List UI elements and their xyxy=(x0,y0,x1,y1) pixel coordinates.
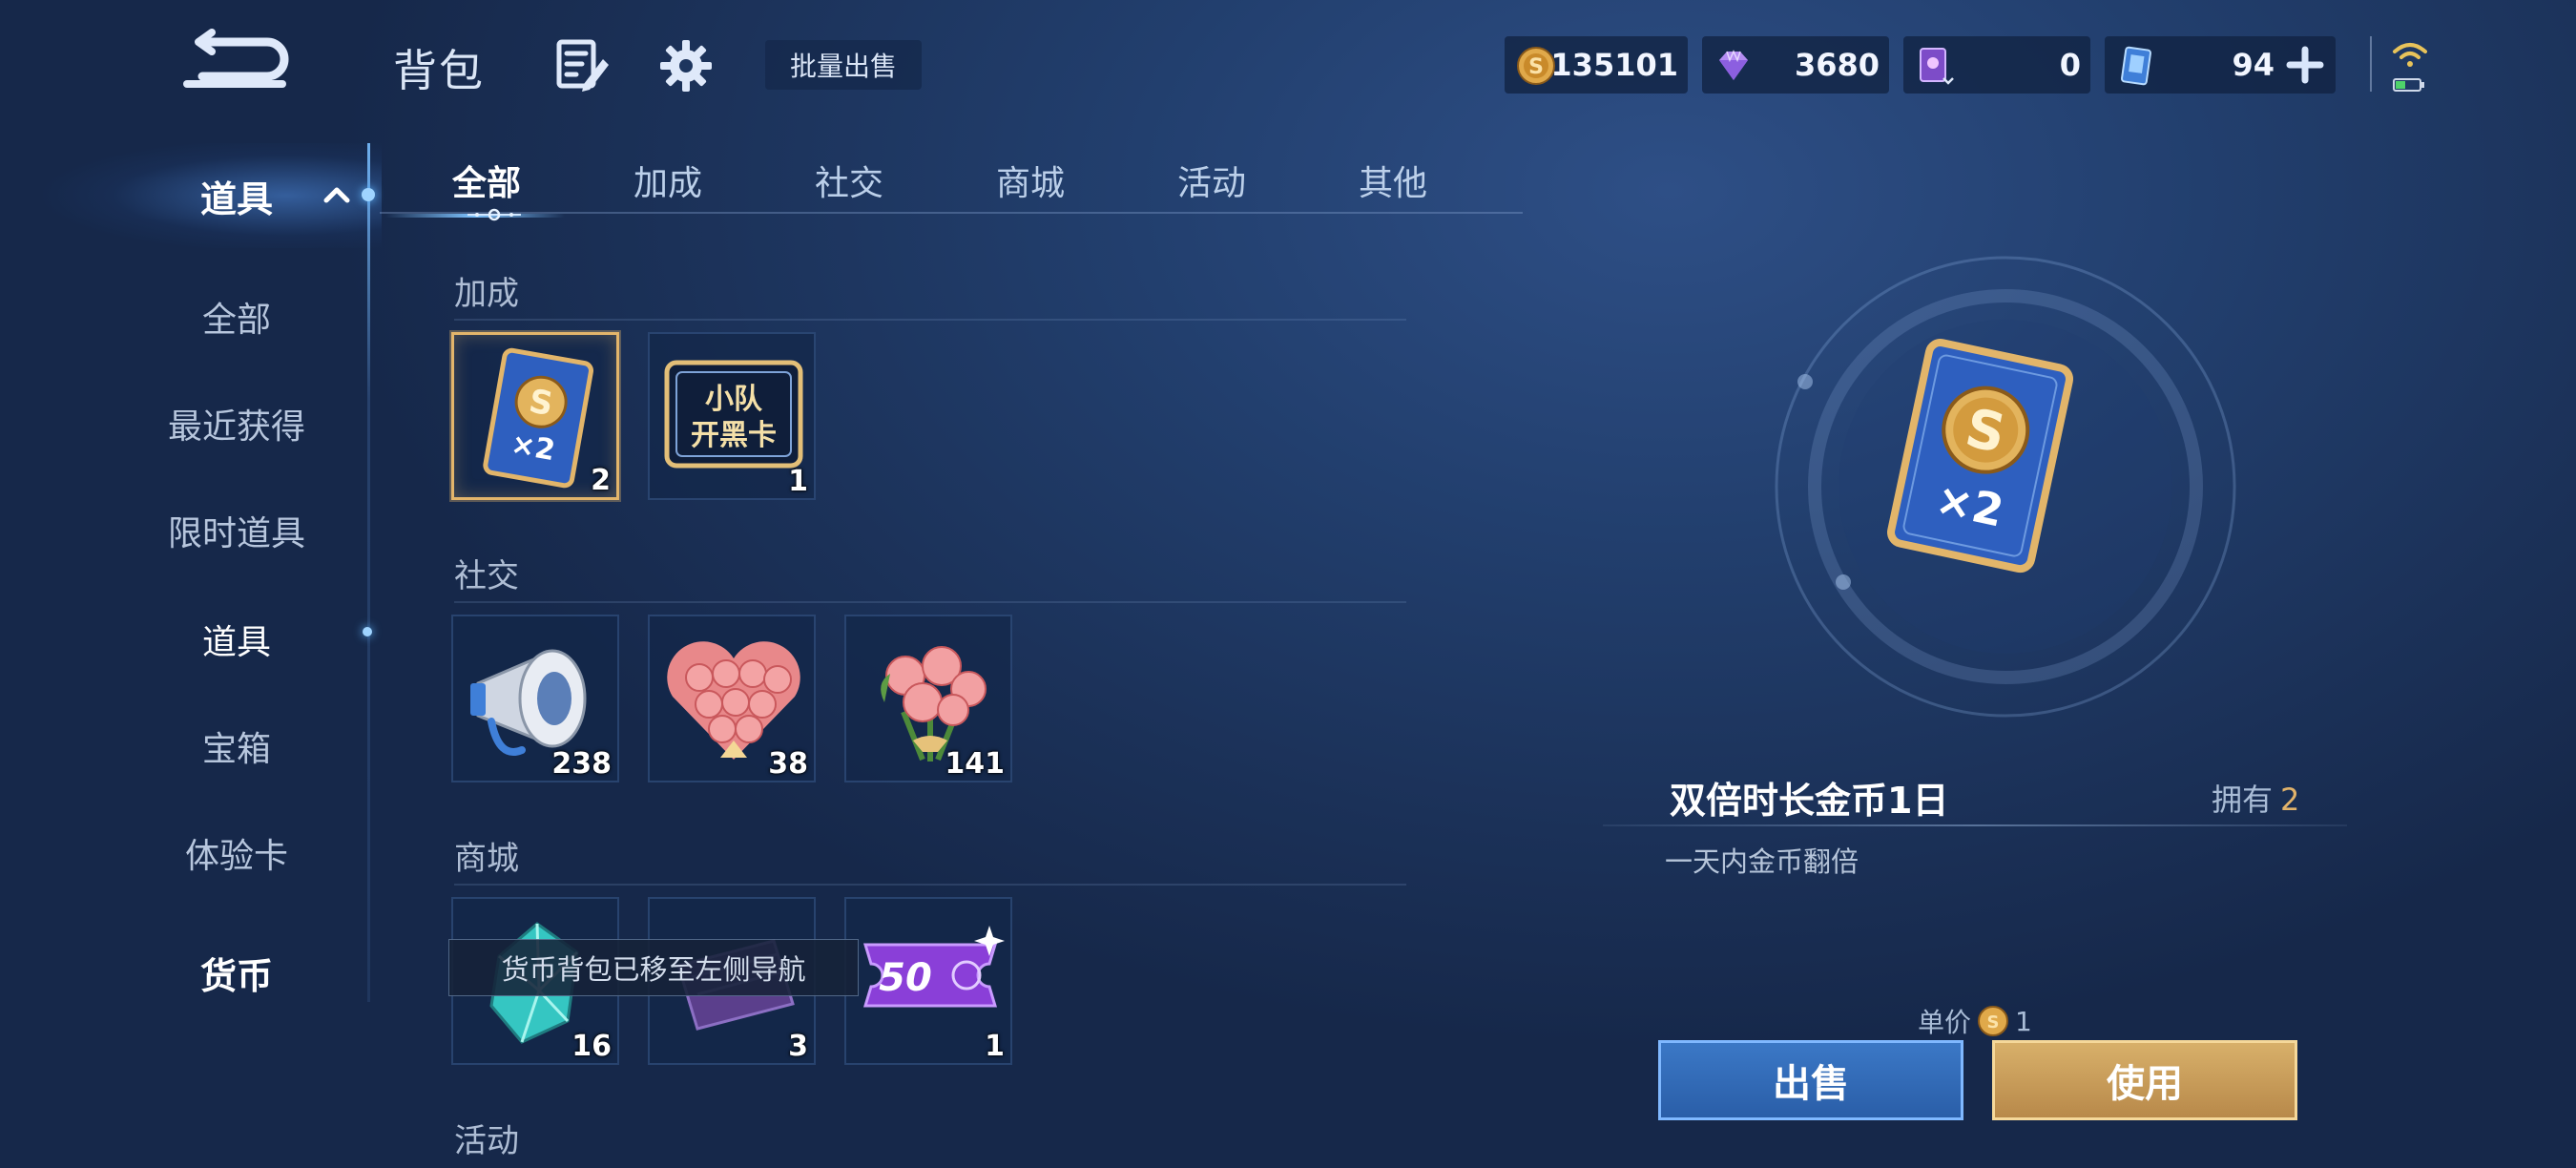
tab-all[interactable]: 全部 xyxy=(420,156,553,205)
owned-label: 拥有 xyxy=(2212,782,2274,818)
item-double-gold-card[interactable]: S ×2 2 xyxy=(451,332,619,500)
section-label-bonus: 加成 xyxy=(454,275,519,313)
section-label-shop: 商城 xyxy=(454,840,519,878)
nav-selected-dot xyxy=(363,627,372,636)
notes-edit-icon[interactable] xyxy=(555,38,611,94)
detail-description: 一天内金币翻倍 xyxy=(1665,845,1859,878)
page-title: 背包 xyxy=(393,45,485,96)
section-rule xyxy=(454,601,1406,603)
status-divider xyxy=(2370,36,2372,92)
gear-icon[interactable] xyxy=(658,38,714,94)
tab-bonus[interactable]: 加成 xyxy=(601,156,735,205)
nav-item-recent[interactable]: 最近获得 xyxy=(93,399,380,448)
nav-item-trial-card[interactable]: 体验卡 xyxy=(93,828,380,878)
card-currency: 0 xyxy=(1903,36,2090,94)
gem-currency: 3680 xyxy=(1702,36,1889,94)
bulk-sell-button[interactable]: 批量出售 xyxy=(765,40,922,90)
item-count: 2 xyxy=(591,464,611,497)
section-label-activity: 活动 xyxy=(454,1122,519,1160)
blue-ticket-icon xyxy=(2121,46,2151,86)
item-count: 16 xyxy=(571,1030,612,1063)
unit-price-label: 单价 xyxy=(1918,1007,1972,1038)
detail-item-card-icon: S ×2 xyxy=(1887,339,2073,574)
ticket-currency: 94 xyxy=(2105,36,2336,94)
unit-price: 单价 S 1 xyxy=(1918,1002,2032,1040)
unit-price-value: 1 xyxy=(2015,1005,2032,1037)
svg-text:小队: 小队 xyxy=(705,383,763,416)
gold-currency: S 135101 xyxy=(1505,36,1688,94)
use-button[interactable]: 使用 xyxy=(1992,1040,2297,1120)
sell-button[interactable]: 出售 xyxy=(1658,1040,1963,1120)
card-amount: 0 xyxy=(2059,47,2081,83)
owned-count: 拥有 2 xyxy=(2212,776,2299,820)
item-megaphone[interactable]: 238 xyxy=(451,615,619,782)
item-count: 238 xyxy=(551,747,612,781)
tab-indicator-icon xyxy=(467,208,521,221)
tab-social[interactable]: 社交 xyxy=(782,156,916,205)
item-coupon-50[interactable]: 50 1 xyxy=(844,897,1012,1065)
svg-text:50: 50 xyxy=(879,956,932,1000)
gold-amount: 135101 xyxy=(1550,47,1678,83)
item-count: 1 xyxy=(985,1030,1005,1063)
chevron-up-icon[interactable] xyxy=(322,183,351,206)
battery-icon xyxy=(2393,78,2424,92)
section-rule xyxy=(454,884,1406,886)
svg-text:开黑卡: 开黑卡 xyxy=(691,419,777,452)
detail-item-name: 双倍时长金币1日 xyxy=(1670,780,1949,822)
svg-text:S: S xyxy=(1528,55,1544,79)
item-count: 38 xyxy=(768,747,808,781)
tab-activity[interactable]: 活动 xyxy=(1145,156,1278,205)
item-rose-bouquet[interactable]: 141 xyxy=(844,615,1012,782)
tab-other[interactable]: 其他 xyxy=(1326,156,1460,205)
item-count: 141 xyxy=(945,747,1005,781)
gem-amount: 3680 xyxy=(1794,47,1880,83)
owned-value: 2 xyxy=(2280,782,2300,818)
detail-divider xyxy=(1603,824,2347,826)
nav-item-all[interactable]: 全部 xyxy=(93,292,380,342)
gold-coin-icon: S xyxy=(1978,1006,2009,1036)
item-heart-roses[interactable]: 38 xyxy=(648,615,816,782)
item-squad-card[interactable]: 小队 开黑卡 1 xyxy=(648,332,816,500)
tab-shop[interactable]: 商城 xyxy=(964,156,1097,205)
nav-item-props[interactable]: 道具 xyxy=(93,615,380,664)
currency-moved-tooltip: 货币背包已移至左侧导航 xyxy=(448,939,859,996)
item-count: 3 xyxy=(788,1030,808,1063)
nav-item-limited[interactable]: 限时道具 xyxy=(93,506,380,555)
nav-item-chest[interactable]: 宝箱 xyxy=(93,721,380,771)
ticket-amount: 94 xyxy=(2232,47,2275,83)
section-label-social: 社交 xyxy=(454,557,519,595)
purple-diamond-icon xyxy=(1719,50,1748,80)
back-arrow-icon[interactable] xyxy=(179,29,294,95)
wifi-icon xyxy=(2393,43,2427,67)
nav-group-currency[interactable]: 货币 xyxy=(93,947,380,999)
plus-icon[interactable] xyxy=(2284,44,2326,86)
purple-card-icon xyxy=(1920,48,1954,85)
item-count: 1 xyxy=(788,465,808,498)
section-rule xyxy=(454,319,1406,321)
svg-text:S: S xyxy=(1987,1012,2000,1032)
